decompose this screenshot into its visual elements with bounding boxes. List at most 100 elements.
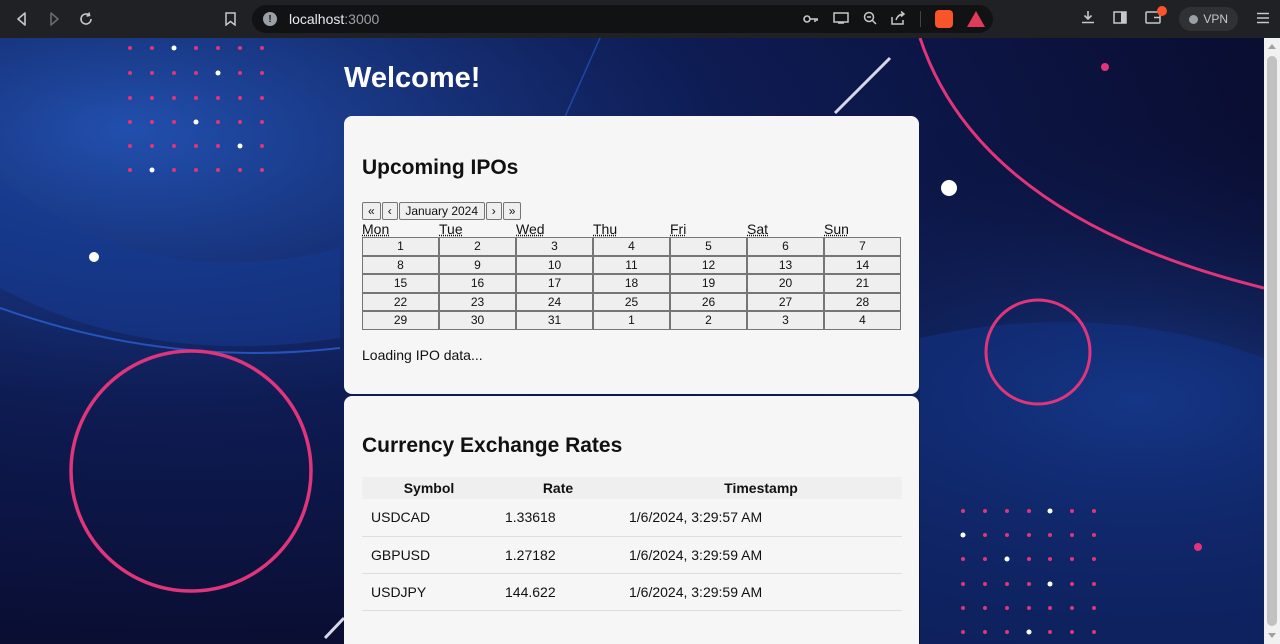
reload-icon[interactable] [70, 3, 102, 35]
calendar-day[interactable]: 13 [747, 255, 824, 274]
cell-timestamp: 1/6/2024, 3:29:59 AM [620, 536, 902, 574]
share-icon[interactable] [891, 10, 906, 28]
page-viewport: Welcome! Upcoming IPOs « ‹ January 2024 … [0, 38, 1264, 644]
calendar-day[interactable]: 29 [362, 311, 439, 330]
cell-symbol: USDJPY [362, 573, 496, 611]
scrollbar[interactable] [1264, 38, 1280, 644]
urlbar-divider [920, 11, 921, 27]
cell-symbol: USDCAD [362, 499, 496, 537]
calendar-day[interactable]: 30 [439, 311, 516, 330]
calendar-day[interactable]: 1 [593, 311, 670, 330]
cell-rate: 1.27182 [496, 536, 620, 574]
calendar-day[interactable]: 31 [516, 311, 593, 330]
forward-icon[interactable] [38, 3, 70, 35]
ipo-card: Upcoming IPOs « ‹ January 2024 › » Mon Tu… [344, 116, 919, 394]
ipo-title: Upcoming IPOs [362, 156, 519, 179]
back-icon[interactable] [6, 3, 38, 35]
calendar-day[interactable]: 22 [362, 292, 439, 311]
calendar-day[interactable]: 23 [439, 292, 516, 311]
calendar-day[interactable]: 2 [439, 237, 516, 256]
calendar-day[interactable]: 3 [747, 311, 824, 330]
calendar-day[interactable]: 12 [670, 255, 747, 274]
download-icon[interactable] [1081, 10, 1095, 28]
table-row: GBPUSD 1.27182 1/6/2024, 3:29:59 AM [362, 536, 902, 574]
address-bar[interactable]: ! localhost:3000 [252, 5, 993, 33]
url-text[interactable]: localhost:3000 [289, 11, 379, 27]
weekday-abbr: Sun [824, 221, 849, 237]
weekday-label: Tue [439, 222, 516, 236]
info-icon[interactable]: ! [263, 12, 277, 26]
calendar-day[interactable]: 27 [747, 292, 824, 311]
brave-shield-icon[interactable] [935, 10, 953, 28]
calendar-day[interactable]: 8 [362, 255, 439, 274]
calendar-day[interactable]: 28 [824, 292, 901, 311]
bookmark-icon[interactable] [219, 6, 241, 32]
table-header-row: Symbol Rate Timestamp [362, 477, 902, 499]
vpn-status-icon [1189, 14, 1199, 24]
vpn-label: VPN [1203, 12, 1228, 26]
calendar-day[interactable]: 7 [824, 237, 901, 256]
cell-timestamp: 1/6/2024, 3:29:59 AM [620, 573, 902, 611]
header-symbol: Symbol [362, 477, 496, 499]
table-row: USDCAD 1.33618 1/6/2024, 3:29:57 AM [362, 499, 902, 537]
scroll-down-icon[interactable] [1268, 633, 1276, 638]
key-icon[interactable] [803, 11, 819, 27]
header-rate: Rate [496, 477, 620, 499]
calendar-day[interactable]: 3 [516, 237, 593, 256]
menu-icon[interactable] [1256, 11, 1270, 28]
calendar-day[interactable]: 15 [362, 274, 439, 293]
zoom-icon[interactable] [863, 11, 877, 28]
next-month-button[interactable]: › [485, 202, 502, 220]
calendar-navigation: « ‹ January 2024 › » [362, 202, 901, 220]
cell-rate: 1.33618 [496, 499, 620, 537]
calendar-day[interactable]: 18 [593, 274, 670, 293]
weekday-label: Sat [747, 222, 824, 236]
calendar-day[interactable]: 4 [824, 311, 901, 330]
calendar-day[interactable]: 4 [593, 237, 670, 256]
calendar-day[interactable]: 2 [670, 311, 747, 330]
cell-timestamp: 1/6/2024, 3:29:57 AM [620, 499, 902, 537]
calendar-grid: 1 2 3 4 5 6 7 8 9 10 11 12 13 14 15 16 17 18 19 20 21 22 23 24 2… [362, 237, 902, 330]
header-timestamp: Timestamp [620, 477, 902, 499]
weekday-label: Wed [516, 222, 593, 236]
prev-month-button[interactable]: ‹ [381, 202, 398, 220]
calendar-day[interactable]: 16 [439, 274, 516, 293]
month-label-button[interactable]: January 2024 [398, 202, 485, 220]
calendar-day[interactable]: 17 [516, 274, 593, 293]
weekday-abbr: Fri [670, 221, 687, 237]
wallet-icon[interactable] [1145, 5, 1168, 28]
sidebar-icon[interactable] [1113, 10, 1128, 28]
weekday-abbr: Tue [439, 221, 463, 237]
prev-year-button[interactable]: « [362, 202, 381, 220]
calendar-day[interactable]: 6 [747, 237, 824, 256]
url-port: :3000 [344, 11, 380, 27]
brave-rewards-icon[interactable] [967, 11, 985, 27]
vpn-button[interactable]: VPN [1179, 7, 1238, 31]
ipo-status: Loading IPO data... [362, 346, 483, 363]
calendar-day[interactable]: 10 [516, 255, 593, 274]
scroll-thumb[interactable] [1267, 56, 1277, 626]
calendar-day[interactable]: 1 [362, 237, 439, 256]
calendar-day[interactable]: 24 [516, 292, 593, 311]
cast-icon[interactable] [833, 11, 849, 27]
weekday-abbr: Sat [747, 221, 769, 237]
weekday-abbr: Wed [516, 221, 545, 237]
calendar-day[interactable]: 25 [593, 292, 670, 311]
calendar-day[interactable]: 19 [670, 274, 747, 293]
weekday-label: Sun [824, 222, 901, 236]
page-title: Welcome! [344, 62, 481, 94]
calendar-day[interactable]: 11 [593, 255, 670, 274]
url-host: localhost [289, 11, 345, 27]
weekday-abbr: Mon [362, 221, 390, 237]
calendar-day[interactable]: 9 [439, 255, 516, 274]
currency-card: Currency Exchange Rates Symbol Rate Time… [344, 396, 919, 644]
weekday-abbr: Thu [593, 221, 618, 237]
calendar-day[interactable]: 26 [670, 292, 747, 311]
calendar-day[interactable]: 14 [824, 255, 901, 274]
scroll-up-icon[interactable] [1268, 44, 1276, 49]
weekday-label: Thu [593, 222, 670, 236]
calendar-day[interactable]: 20 [747, 274, 824, 293]
calendar-day[interactable]: 5 [670, 237, 747, 256]
next-year-button[interactable]: » [502, 202, 522, 220]
calendar-day[interactable]: 21 [824, 274, 901, 293]
